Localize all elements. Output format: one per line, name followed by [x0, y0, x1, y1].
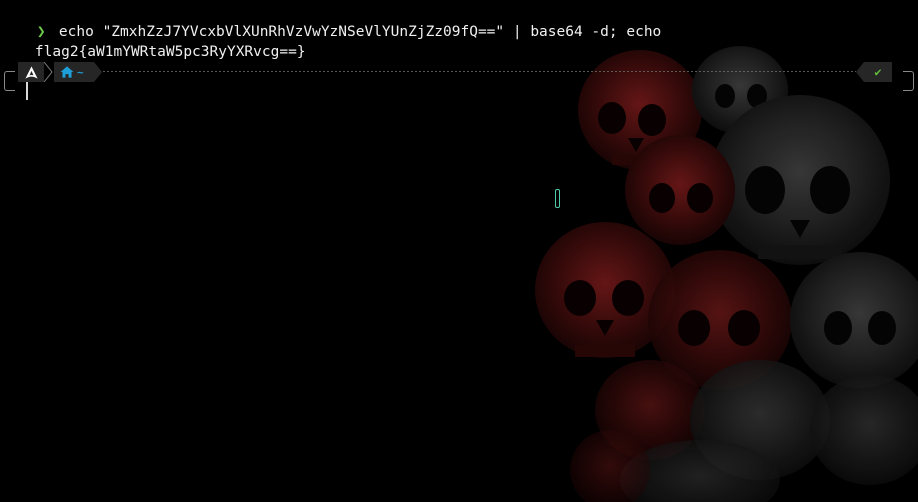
segment-end-cap	[94, 62, 102, 82]
os-segment	[18, 62, 44, 82]
segment-separator	[44, 62, 53, 82]
directory-segment: ~	[54, 62, 94, 82]
status-segment: ✔	[864, 62, 892, 82]
prompt-filler-dots	[102, 71, 856, 72]
prompt-frame-left	[4, 71, 15, 91]
mouse-ibeam-cursor	[555, 189, 560, 208]
output-text: flag2{aW1mYWRtaW5pc3RyYXRvcg==}	[34, 44, 306, 60]
home-icon	[60, 66, 74, 78]
arch-linux-icon	[24, 65, 38, 79]
prompt-frame-right	[903, 71, 914, 91]
directory-label: ~	[77, 65, 84, 79]
status-start-cap	[856, 62, 864, 82]
text-cursor[interactable]	[26, 82, 28, 100]
checkmark-icon: ✔	[874, 65, 882, 79]
prompt-bar: ~ ✔	[0, 62, 918, 91]
terminal-window[interactable]: ❯ echo "ZmxhZzJ7YVcxbVlXUnRhVzVwYzNSeVlYU…	[0, 0, 918, 502]
